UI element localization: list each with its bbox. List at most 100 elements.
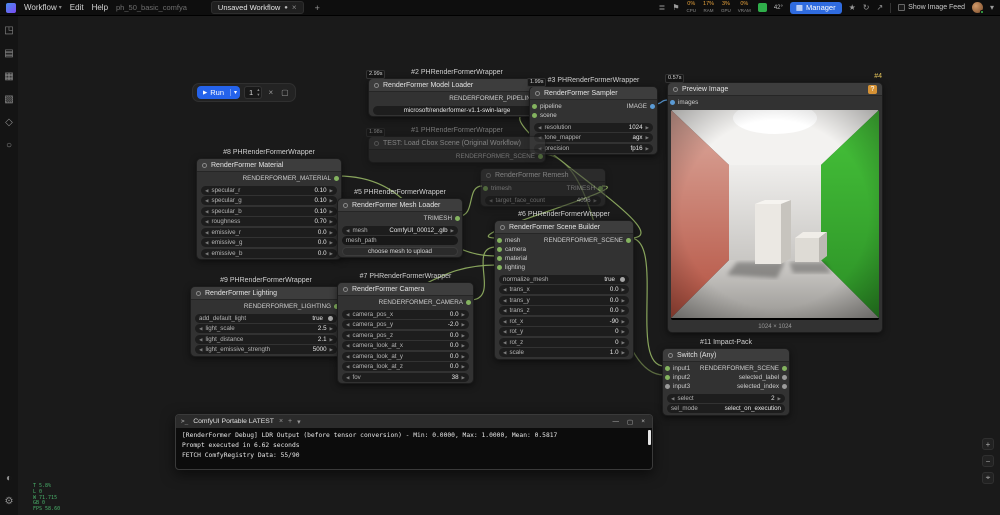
sidebar-gallery-icon[interactable]: ○ [6,141,12,151]
user-avatar[interactable] [971,2,984,14]
output-dot[interactable] [334,176,339,181]
zoom-in-button[interactable]: + [982,438,994,450]
collapse-icon[interactable] [374,140,379,146]
node-renderformer-remesh[interactable]: RenderFormer Remesh trimesh TRIMESH targ… [480,168,606,207]
output-dot[interactable] [598,186,603,191]
node-header[interactable]: RenderFormer Model Loader [369,79,545,92]
show-image-feed-toggle[interactable]: Show Image Feed [898,4,965,11]
input-slot-mesh[interactable]: mesh [497,237,520,244]
widget-resolution[interactable]: resolution 1024 [534,122,653,132]
node-renderformer-lighting[interactable]: #9 PHRenderFormerWrapper RenderFormer Li… [190,277,342,357]
node-header[interactable]: RenderFormer Remesh [481,169,605,182]
widget-camera-look-at-z[interactable]: camera_look_at_z 0.0 [342,362,469,371]
input-dot[interactable] [497,247,502,252]
user-caret-icon[interactable]: ▾ [990,3,994,12]
menu-edit[interactable]: Edit [70,3,84,12]
terminal-new-tab-icon[interactable]: + [288,418,292,425]
output-slot-selected-index[interactable]: selected_index [737,383,787,390]
output-dot[interactable] [626,238,631,243]
widget-mesh-path-input[interactable]: mesh_path [342,236,458,245]
input-dot[interactable] [665,384,670,389]
input-dot[interactable] [670,100,675,105]
input-dot[interactable] [532,113,537,118]
widget-light-scale[interactable]: light_scale 2.5 [195,324,337,333]
output-dot[interactable] [782,375,787,380]
widget-rot-y[interactable]: rot_y 0 [499,327,629,336]
menu-help[interactable]: Help [92,3,108,12]
zoom-out-button[interactable]: − [982,455,994,467]
widget-sel-mode[interactable]: sel_mode select_on_execution [667,404,785,413]
node-header[interactable]: RenderFormer Lighting [191,287,341,300]
widget-emissive-r[interactable]: emissive_r 0.0 [201,227,337,237]
cancel-run-button[interactable]: × [266,88,275,97]
input-slot-scene[interactable]: scene [532,112,557,119]
collapse-icon[interactable] [668,352,673,358]
share-icon[interactable]: ↗ [876,3,883,12]
choose-mesh-upload-button[interactable]: choose mesh to upload [342,246,458,256]
input-slot-trimesh[interactable]: trimesh [483,185,512,192]
widget-target-face-count[interactable]: target_face_count 4096 [485,195,601,205]
node-test-load-cbox-scene[interactable]: #1 PHRenderFormerWrapper 1.98s TEST: Loa… [366,127,546,163]
widget-model-combo[interactable]: microsoft/renderformer-v1.1-swin-large [373,105,541,115]
input-slot-pipeline[interactable]: pipeline [532,103,562,110]
node-renderformer-mesh-loader[interactable]: #5 PHRenderFormerWrapper RenderFormer Me… [337,189,463,258]
output-dot[interactable] [455,216,460,221]
widget-rot-z[interactable]: rot_z 0 [499,337,629,347]
widget-emissive-b[interactable]: emissive_b 0.0 [201,248,337,258]
widget-normalize-mesh[interactable]: normalize_mesh true [499,274,629,284]
collapse-icon[interactable] [486,172,491,178]
checkbox-icon[interactable] [898,4,906,11]
node-renderformer-model-loader[interactable]: #2 PHRenderFormerWrapper 2.99s RenderFor… [366,69,546,117]
output-slot-material[interactable]: RENDERFORMER_MATERIAL [243,175,339,182]
node-header[interactable]: RenderFormer Mesh Loader [338,199,462,212]
input-slot-input1[interactable]: input1 [665,365,690,372]
menu-workflow[interactable]: Workflow ▾ [24,3,62,12]
window-minimize-icon[interactable]: — [613,418,620,426]
input-dot[interactable] [497,256,502,261]
sidebar-browse-icon[interactable]: ▧ [4,95,13,105]
terminal-tab-close-icon[interactable]: × [279,418,283,425]
output-dot[interactable] [782,384,787,389]
input-dot[interactable] [665,366,670,371]
input-slot-input2[interactable]: input2 [665,374,690,381]
node-header[interactable]: RenderFormer Camera [338,283,473,296]
node-header[interactable]: RenderFormer Material [197,159,341,172]
input-dot[interactable] [497,265,502,270]
output-slot-scene[interactable]: RENDERFORMER_SCENE [700,365,787,372]
input-dot[interactable] [497,238,502,243]
widget-emissive-g[interactable]: emissive_g 0.0 [201,238,337,247]
output-slot-lighting[interactable]: RENDERFORMER_LIGHTING [244,303,339,310]
node-preview-image[interactable]: #4 0.57s Preview Image? images 1024 × 10… [665,73,883,333]
input-slot-material[interactable]: material [497,255,527,262]
run-options-caret[interactable]: ▾ [230,89,240,96]
output-slot-selected-label[interactable]: selected_label [739,374,787,381]
queue-icon[interactable]: ≣ [659,3,666,12]
output-dot[interactable] [466,300,471,305]
widget-roughness[interactable]: roughness 0.70 [201,217,337,226]
node-renderformer-camera[interactable]: #7 PHRenderFormerWrapper RenderFormer Ca… [337,273,474,384]
widget-specular-g[interactable]: specular_g 0.10 [201,196,337,205]
widget-trans-z[interactable]: trans_z 0.0 [499,306,629,315]
widget-rot-x[interactable]: rot_x -90 [499,316,629,326]
output-dot[interactable] [538,154,543,159]
window-close-icon[interactable]: × [641,418,645,426]
node-header[interactable]: RenderFormer Scene Builder [495,221,633,234]
output-slot-trimesh[interactable]: TRIMESH [567,185,603,192]
output-slot-scene[interactable]: RENDERFORMER_SCENE [544,237,631,244]
output-slot-image[interactable]: IMAGE [627,103,655,110]
collapse-icon[interactable] [343,286,348,292]
output-slot-scene[interactable]: RENDERFORMER_SCENE [456,153,543,160]
history-icon[interactable]: ↻ [863,3,870,12]
theme-toggle-icon[interactable]: ◐ [6,474,12,484]
node-header[interactable]: RenderFormer Sampler [530,87,657,100]
terminal-output[interactable]: [RenderFormer Debug] LDR Output (before … [176,428,652,469]
tab-close-icon[interactable]: × [292,3,297,12]
tab-unsaved-workflow[interactable]: Unsaved Workflow ● × [210,1,304,14]
widget-tone-mapper[interactable]: tone_mapper agx [534,133,653,142]
new-tab-button[interactable]: + [312,3,323,13]
node-renderformer-sampler[interactable]: #3 PHRenderFormerWrapper 1.99s RenderFor… [527,77,658,155]
sidebar-model-library-icon[interactable]: ▦ [4,72,13,82]
widget-select[interactable]: select 2 [667,393,785,403]
terminal-tab-dropdown-icon[interactable]: ▾ [297,418,301,426]
output-slot-trimesh[interactable]: TRIMESH [424,215,460,222]
